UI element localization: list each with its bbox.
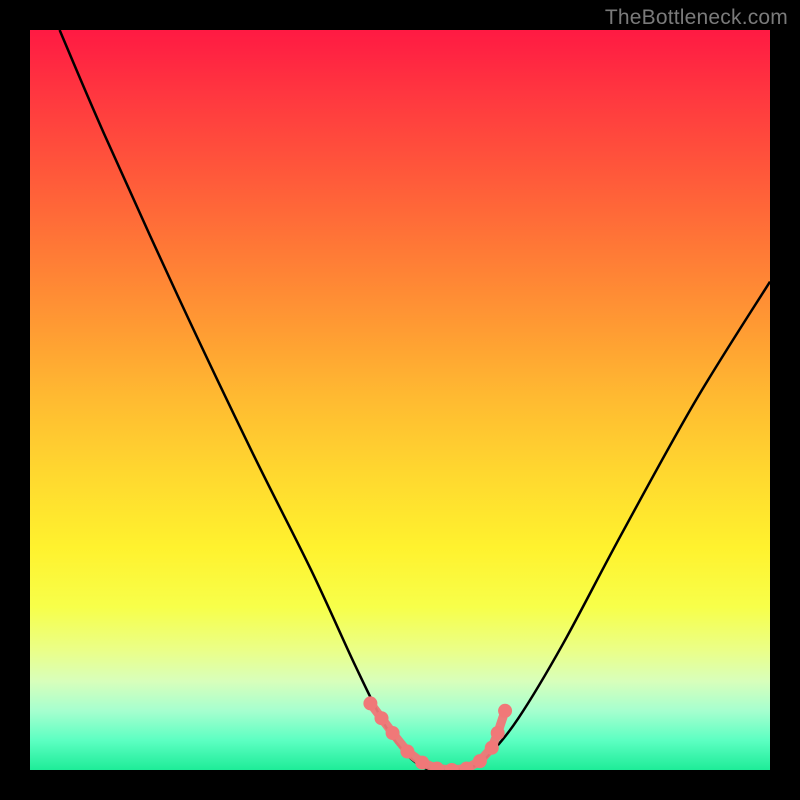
fit-point [485, 741, 499, 755]
watermark-label: TheBottleneck.com [605, 6, 788, 30]
curve-layer [60, 30, 770, 770]
fit-point [473, 754, 487, 768]
marker-layer [363, 696, 512, 770]
fit-point [445, 763, 459, 770]
fit-point [415, 756, 429, 770]
bottleneck-curve [60, 30, 770, 770]
fit-point [491, 726, 505, 740]
fit-point [375, 711, 389, 725]
fit-point [498, 704, 512, 718]
fit-point [400, 745, 414, 759]
plot-area [30, 30, 770, 770]
chart-frame: TheBottleneck.com [0, 0, 800, 800]
fit-point [363, 696, 377, 710]
chart-svg [30, 30, 770, 770]
fit-point [386, 726, 400, 740]
